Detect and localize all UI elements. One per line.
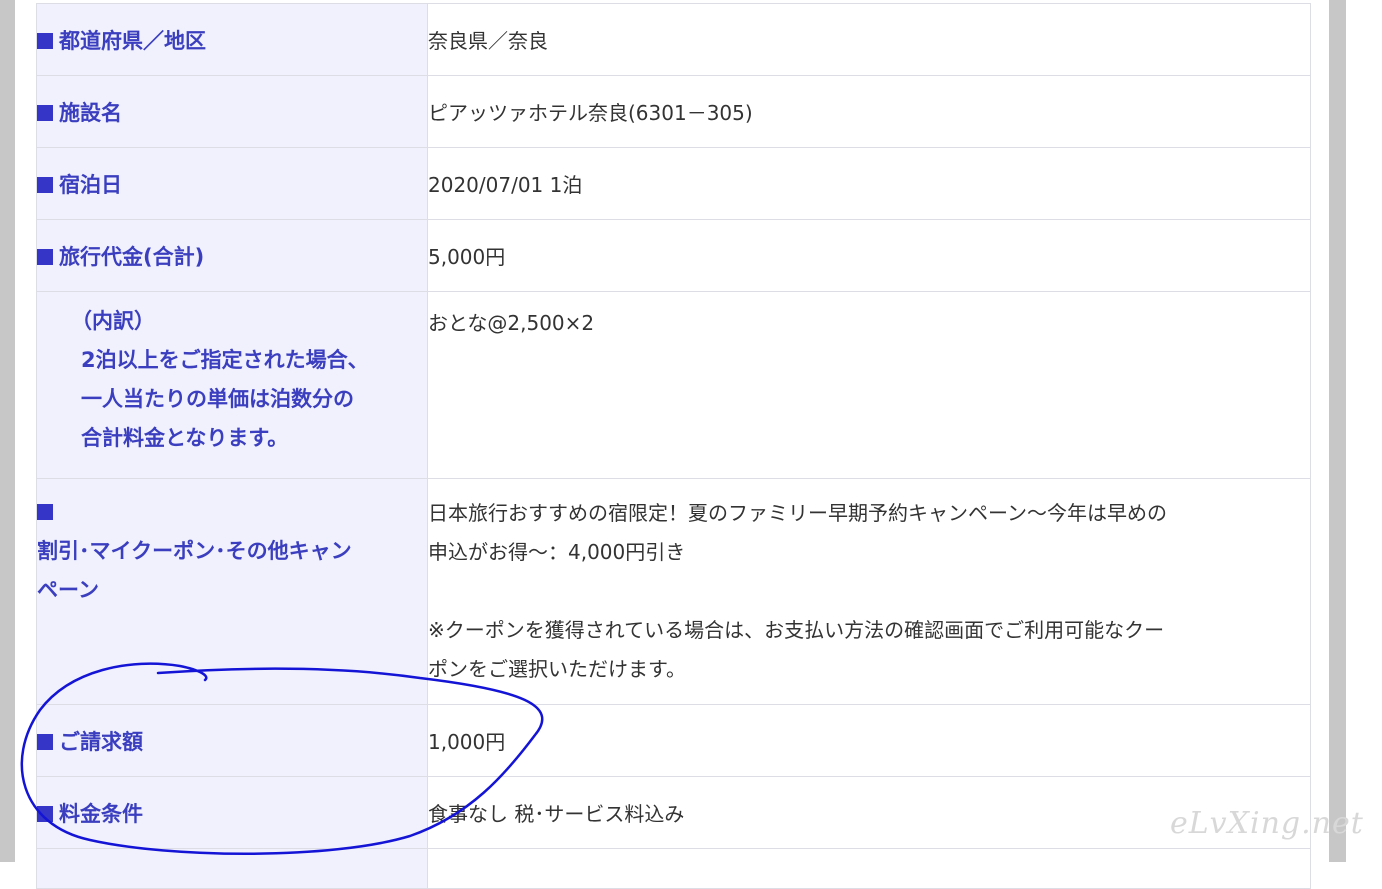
table-row: 旅行代金(合計) 5,000円	[36, 219, 1311, 292]
conditions-label: 料金条件	[36, 776, 428, 849]
table-row: 宿泊日 2020/07/01 1泊	[36, 147, 1311, 220]
row-label: 都道府県／地区	[36, 3, 428, 76]
row-label: 旅行代金(合計)	[36, 219, 428, 292]
row-value: 2020/07/01 1泊	[427, 147, 1311, 220]
row-label: 宿泊日	[36, 147, 428, 220]
left-gutter	[0, 0, 15, 862]
row-value: 5,000円	[427, 219, 1311, 292]
square-bullet-icon	[37, 104, 53, 121]
row-value: ピアッツァホテル奈良(6301－305)	[427, 75, 1311, 148]
table-row-billing: ご請求額 1,000円	[36, 704, 1311, 777]
square-bullet-icon	[37, 32, 53, 49]
table-row: 施設名 ピアッツァホテル奈良(6301－305)	[36, 75, 1311, 148]
row-label: 施設名	[36, 75, 428, 148]
watermark: eLvXing.net	[1170, 806, 1364, 841]
row-value	[427, 848, 1311, 889]
right-scroll-gutter[interactable]	[1329, 0, 1346, 862]
row-value: 奈良県／奈良	[427, 3, 1311, 76]
billing-label: ご請求額	[36, 704, 428, 777]
square-bullet-icon	[37, 733, 53, 750]
campaign-label: 割引･マイクーポン･その他キャン ペーン	[36, 478, 428, 705]
reservation-details-table: 都道府県／地区 奈良県／奈良 施設名 ピアッツァホテル奈良(6301－305) …	[36, 3, 1311, 889]
square-bullet-icon	[37, 248, 53, 265]
square-bullet-icon	[37, 504, 53, 520]
table-row-breakdown: （内訳） 2泊以上をご指定された場合、 一人当たりの単価は泊数分の 合計料金とな…	[36, 291, 1311, 479]
square-bullet-icon	[37, 805, 53, 822]
row-label	[36, 848, 428, 889]
billing-value: 1,000円	[427, 704, 1311, 777]
table-row	[36, 848, 1311, 889]
campaign-value: 日本旅行おすすめの宿限定！夏のファミリー早期予約キャンペーン～今年は早めの 申込…	[427, 478, 1311, 705]
table-row-campaign: 割引･マイクーポン･その他キャン ペーン 日本旅行おすすめの宿限定！夏のファミリ…	[36, 478, 1311, 705]
breakdown-label: （内訳） 2泊以上をご指定された場合、 一人当たりの単価は泊数分の 合計料金とな…	[36, 291, 428, 479]
breakdown-value: おとな@2,500×2	[427, 291, 1311, 479]
square-bullet-icon	[37, 176, 53, 193]
table-row: 都道府県／地区 奈良県／奈良	[36, 3, 1311, 76]
table-row-conditions: 料金条件 食事なし 税･サービス料込み	[36, 776, 1311, 849]
